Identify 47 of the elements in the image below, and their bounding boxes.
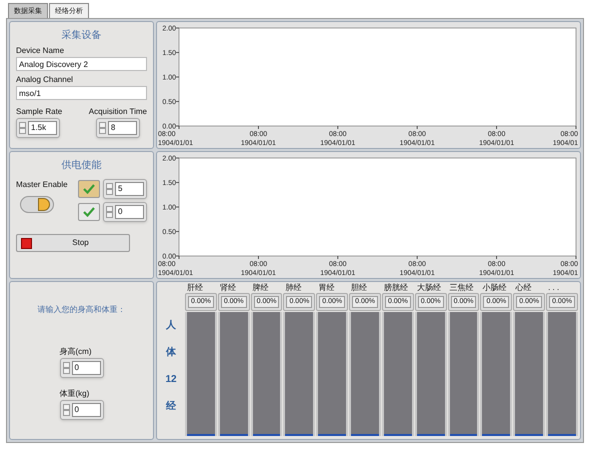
spinner-arrows-icon[interactable] <box>98 122 106 134</box>
numeric-control[interactable]: 1.5k <box>16 118 60 138</box>
field-label: 身高(cm) <box>60 346 92 358</box>
input-field[interactable]: Analog Discovery 2 <box>16 57 147 71</box>
spinner-arrows-icon[interactable] <box>106 183 113 195</box>
channel-label: 三焦经 <box>448 282 475 293</box>
spinner-arrows-icon[interactable] <box>62 362 70 374</box>
stop-button[interactable]: Stop <box>16 234 130 252</box>
spinner-arrows-icon[interactable] <box>19 122 26 134</box>
channel-label: . . . <box>547 282 560 293</box>
checkbox[interactable] <box>78 203 100 221</box>
numeric-control[interactable]: 0 <box>103 202 147 222</box>
channel-label: 脾经 <box>252 282 270 293</box>
channel-label: 肾经 <box>218 282 237 293</box>
field-label: Analog Channel <box>16 74 74 86</box>
channel-label: 肝经 <box>186 282 204 293</box>
panel-title: 供电使能 <box>62 158 102 173</box>
channel-label: 大肠经 <box>416 282 442 293</box>
toggle-label: Master Enable <box>16 179 69 191</box>
numeric-control[interactable]: 8 <box>96 118 140 138</box>
numeric-control[interactable]: 0 <box>60 400 104 420</box>
panel-title: 采集设备 <box>62 28 102 43</box>
side-label: 人 <box>166 318 176 333</box>
stop-indicator-icon <box>21 238 32 248</box>
side-label: 体 <box>166 346 176 360</box>
side-label: 12 <box>165 373 177 387</box>
field-label: Acquisition Time <box>88 106 147 118</box>
numeric-control[interactable]: 0 <box>60 358 104 378</box>
side-label: 经 <box>166 400 176 414</box>
channel-label: 胃经 <box>317 282 336 293</box>
prompt-text: 请输入您的身高和体重： <box>38 304 126 316</box>
input-field[interactable]: mso/1 <box>16 86 147 100</box>
channel-label: 心经 <box>514 282 532 293</box>
check-icon <box>83 184 95 194</box>
numeric-control[interactable]: 5 <box>103 179 147 199</box>
checkbox[interactable] <box>78 180 100 198</box>
channel-label: 小肠经 <box>481 282 508 293</box>
channel-label: 膀胱经 <box>382 282 409 293</box>
spinner-arrows-icon[interactable] <box>62 404 70 416</box>
field-label: Sample Rate <box>16 106 62 118</box>
toggle-switch[interactable] <box>20 196 54 213</box>
field-label: Device Name <box>16 45 66 57</box>
channel-label: 肺经 <box>284 282 302 293</box>
channel-label: 胆经 <box>350 282 368 293</box>
check-icon <box>83 207 95 217</box>
field-label: 体重(kg) <box>60 388 90 400</box>
spinner-arrows-icon[interactable] <box>106 206 113 218</box>
